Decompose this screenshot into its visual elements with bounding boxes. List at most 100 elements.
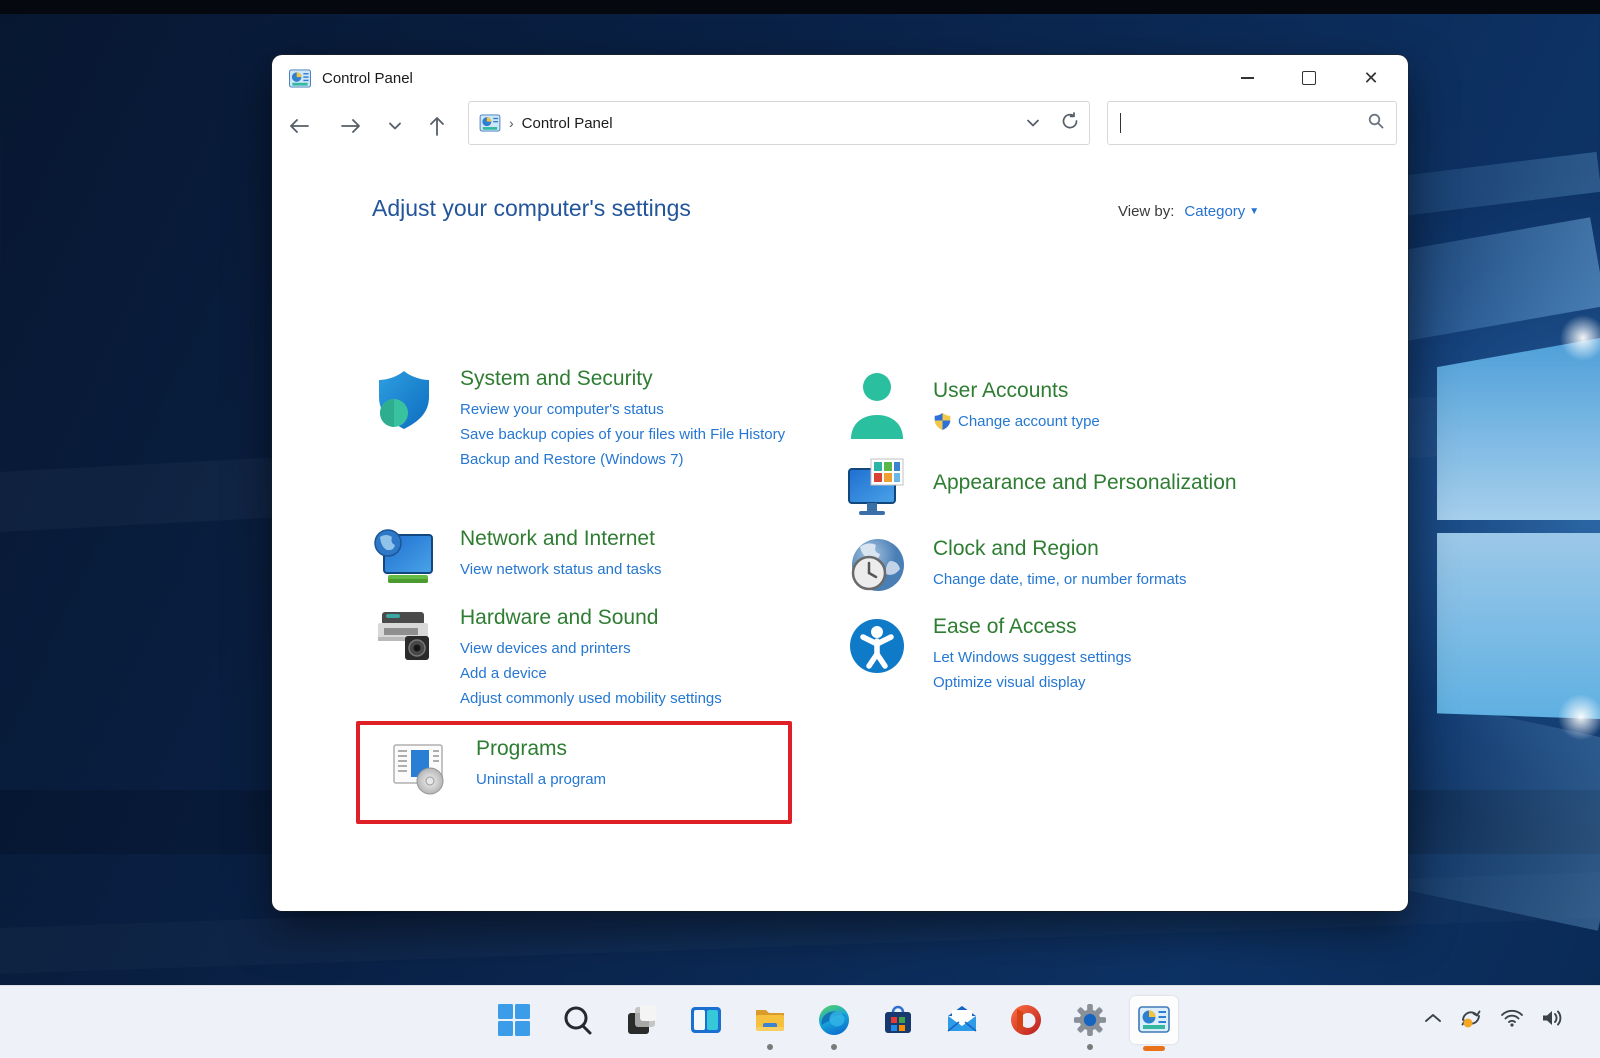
forward-button[interactable] xyxy=(334,109,368,143)
view-by-value[interactable]: Category xyxy=(1184,203,1245,220)
widgets-button[interactable] xyxy=(682,996,730,1044)
category-title[interactable]: User Accounts xyxy=(933,379,1369,403)
edge-button[interactable] xyxy=(810,996,858,1044)
category-title[interactable]: Appearance and Personalization xyxy=(933,471,1369,495)
link-optimize-visual-display[interactable]: Optimize visual display xyxy=(933,670,1369,695)
screen-top-strip xyxy=(0,0,1600,14)
view-by-control: View by:Category▼ xyxy=(1118,203,1259,220)
windows-logo-pane xyxy=(1437,533,1600,719)
category-title[interactable]: Clock and Region xyxy=(933,537,1369,561)
category-system-security: System and Security Review your computer… xyxy=(372,367,794,472)
settings-button[interactable] xyxy=(1066,996,1114,1044)
microsoft-store-button[interactable] xyxy=(874,996,922,1044)
up-button[interactable] xyxy=(420,109,454,143)
onedrive-sync-icon[interactable] xyxy=(1458,1006,1484,1035)
close-icon: ✕ xyxy=(1363,69,1378,87)
category-appearance-personalization: Appearance and Personalization xyxy=(845,455,1369,519)
control-panel-icon xyxy=(288,69,312,88)
hardware-sound-icon[interactable] xyxy=(372,606,436,668)
link-network-status[interactable]: View network status and tasks xyxy=(460,557,794,582)
taskbar-items xyxy=(490,996,1178,1044)
link-review-computer-status[interactable]: Review your computer's status xyxy=(460,397,794,422)
uac-shield-icon xyxy=(933,412,952,431)
link-mobility-settings[interactable]: Adjust commonly used mobility settings xyxy=(460,686,794,711)
link-change-date-time[interactable]: Change date, time, or number formats xyxy=(933,567,1369,592)
window-title: Control Panel xyxy=(322,70,413,87)
titlebar: Control Panel ✕ xyxy=(272,55,1408,101)
refresh-icon[interactable] xyxy=(1061,112,1079,135)
category-programs: Programs Uninstall a program xyxy=(388,737,810,797)
link-add-device[interactable]: Add a device xyxy=(460,661,794,686)
maximize-button[interactable] xyxy=(1278,55,1340,101)
hidden-icons-chevron[interactable] xyxy=(1424,1011,1442,1029)
navigation-bar: › Control Panel xyxy=(272,101,1408,159)
minimize-button[interactable] xyxy=(1216,55,1278,101)
user-accounts-icon[interactable] xyxy=(845,369,909,447)
office-icon xyxy=(1009,1003,1043,1037)
link-backup-restore[interactable]: Backup and Restore (Windows 7) xyxy=(460,447,794,472)
file-explorer-button[interactable] xyxy=(746,996,794,1044)
category-clock-region: Clock and Region Change date, time, or n… xyxy=(845,535,1369,597)
category-title[interactable]: Hardware and Sound xyxy=(460,606,794,630)
link-suggest-settings[interactable]: Let Windows suggest settings xyxy=(933,645,1369,670)
close-button[interactable]: ✕ xyxy=(1340,55,1402,101)
address-bar[interactable]: › Control Panel xyxy=(468,101,1090,145)
search-box[interactable] xyxy=(1107,101,1397,145)
link-change-account-type[interactable]: Change account type xyxy=(958,409,1100,434)
appearance-personalization-icon[interactable] xyxy=(845,455,909,519)
control-panel-icon xyxy=(479,114,501,132)
windows-start-icon xyxy=(497,1003,531,1037)
windows-logo-pane xyxy=(1437,338,1600,520)
programs-icon[interactable] xyxy=(388,737,452,797)
text-caret xyxy=(1120,113,1121,133)
settings-gear-icon xyxy=(1073,1003,1107,1037)
control-panel-taskbar-button[interactable] xyxy=(1130,996,1178,1044)
category-title[interactable]: System and Security xyxy=(460,367,794,391)
network-internet-icon[interactable] xyxy=(372,527,436,589)
link-uninstall-program[interactable]: Uninstall a program xyxy=(476,767,810,792)
system-tray xyxy=(1424,1000,1564,1040)
breadcrumb-separator: › xyxy=(509,115,514,131)
widgets-icon xyxy=(689,1003,723,1037)
link-file-history[interactable]: Save backup copies of your files with Fi… xyxy=(460,422,794,447)
breadcrumb-location[interactable]: Control Panel xyxy=(522,115,613,132)
minimize-icon xyxy=(1241,77,1254,79)
wifi-icon[interactable] xyxy=(1500,1008,1524,1033)
taskbar xyxy=(0,985,1600,1058)
category-ease-of-access: Ease of Access Let Windows suggest setti… xyxy=(845,615,1369,695)
category-title[interactable]: Network and Internet xyxy=(460,527,794,551)
control-panel-window: Control Panel ✕ xyxy=(272,55,1408,911)
maximize-icon xyxy=(1302,71,1316,85)
clock-region-icon[interactable] xyxy=(845,535,909,597)
system-security-icon[interactable] xyxy=(372,367,436,439)
category-network-internet: Network and Internet View network status… xyxy=(372,527,794,589)
taskbar-search-button[interactable] xyxy=(554,996,602,1044)
volume-icon[interactable] xyxy=(1540,1008,1564,1033)
recent-locations-chevron[interactable] xyxy=(378,109,412,143)
start-button[interactable] xyxy=(490,996,538,1044)
task-view-icon xyxy=(625,1003,659,1037)
running-indicator-dot xyxy=(1087,1044,1093,1050)
task-view-button[interactable] xyxy=(618,996,666,1044)
address-dropdown-chevron[interactable] xyxy=(1027,114,1039,132)
chevron-down-icon: ▼ xyxy=(1249,206,1259,217)
office-button[interactable] xyxy=(1002,996,1050,1044)
category-hardware-sound: Hardware and Sound View devices and prin… xyxy=(372,606,794,711)
search-icon xyxy=(1368,113,1384,134)
edge-icon xyxy=(817,1003,851,1037)
main-content: Adjust your computer's settings View by:… xyxy=(272,159,1408,911)
control-panel-icon xyxy=(1137,1003,1171,1037)
category-title[interactable]: Ease of Access xyxy=(933,615,1369,639)
mail-icon xyxy=(945,1003,979,1037)
search-icon xyxy=(561,1003,595,1037)
ease-of-access-icon[interactable] xyxy=(845,615,909,677)
active-indicator-pill xyxy=(1143,1046,1165,1051)
mail-button[interactable] xyxy=(938,996,986,1044)
link-devices-printers[interactable]: View devices and printers xyxy=(460,636,794,661)
back-button[interactable] xyxy=(282,109,316,143)
category-user-accounts: User Accounts Change account type xyxy=(845,369,1369,447)
search-input[interactable] xyxy=(1123,115,1368,131)
running-indicator-dot xyxy=(831,1044,837,1050)
category-title[interactable]: Programs xyxy=(476,737,810,761)
page-title: Adjust your computer's settings xyxy=(372,195,691,222)
